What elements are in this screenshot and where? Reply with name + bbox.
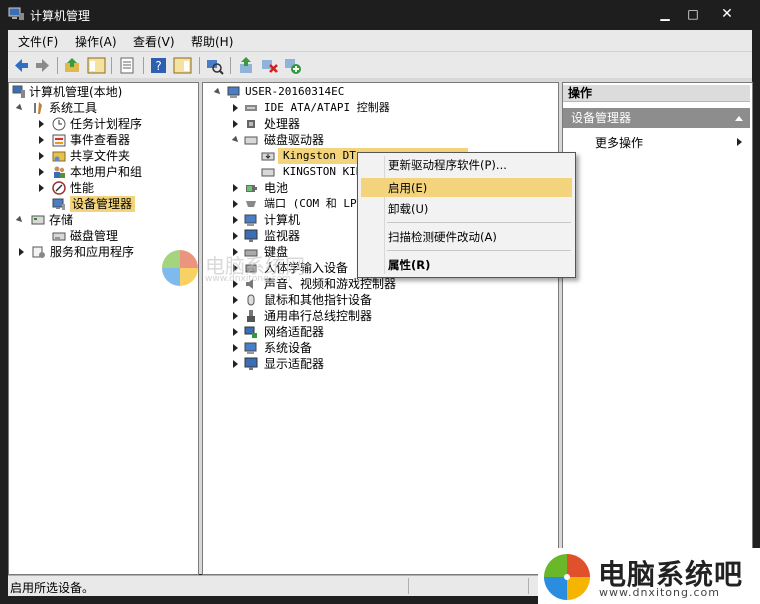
menu-item-enable[interactable]: 启用(E) bbox=[388, 180, 427, 196]
menu-gutter bbox=[384, 156, 385, 274]
usb-icon bbox=[247, 310, 255, 322]
menu-item-scan[interactable]: 扫描检测硬件改动(A) bbox=[388, 229, 497, 245]
expand-icon[interactable] bbox=[19, 248, 24, 256]
device-manager-icon bbox=[52, 198, 65, 210]
watermark-logo-icon bbox=[162, 250, 198, 286]
title-bar: 计算机管理 ▁ □ ✕ bbox=[0, 0, 760, 30]
properties-icon[interactable] bbox=[118, 56, 137, 75]
expand-icon[interactable] bbox=[233, 232, 238, 240]
back-icon[interactable] bbox=[12, 56, 31, 75]
network-adapter-icon bbox=[244, 326, 257, 338]
expand-icon[interactable] bbox=[233, 104, 238, 112]
disk-drive-icon bbox=[261, 168, 275, 177]
system-device-icon bbox=[244, 342, 257, 354]
actions-section-label: 设备管理器 bbox=[571, 111, 632, 125]
menu-separator bbox=[387, 222, 571, 223]
mouse-icon bbox=[247, 294, 255, 306]
expand-icon[interactable] bbox=[233, 120, 238, 128]
watermark-logo-icon bbox=[544, 554, 590, 600]
help-icon[interactable]: ? bbox=[149, 56, 168, 75]
tools-icon bbox=[34, 102, 42, 114]
maximize-button[interactable]: □ bbox=[684, 6, 702, 22]
clock-icon bbox=[52, 117, 66, 131]
expand-icon[interactable] bbox=[233, 344, 238, 352]
users-icon bbox=[54, 166, 65, 178]
chevron-right-icon[interactable] bbox=[737, 138, 742, 146]
expand-icon[interactable] bbox=[39, 120, 44, 128]
close-button[interactable]: ✕ bbox=[718, 6, 736, 22]
up-icon[interactable] bbox=[63, 56, 82, 75]
watermark-url: www.dnxitong.com bbox=[599, 586, 720, 599]
performance-icon bbox=[52, 181, 66, 195]
expand-icon[interactable] bbox=[39, 136, 44, 144]
port-icon bbox=[246, 201, 256, 207]
enable-device-icon[interactable] bbox=[283, 56, 302, 75]
actions-header: 操作 bbox=[563, 85, 750, 102]
computer-management-icon bbox=[12, 85, 25, 98]
expand-icon[interactable] bbox=[233, 184, 238, 192]
expand-icon[interactable] bbox=[233, 200, 238, 208]
expand-icon[interactable] bbox=[39, 168, 44, 176]
computer-management-icon bbox=[8, 7, 24, 20]
expand-icon[interactable] bbox=[233, 360, 238, 368]
watermark: 电脑系统吧 www.dnxitong.com bbox=[538, 548, 760, 604]
expand-icon[interactable] bbox=[233, 296, 238, 304]
show-tree-icon[interactable] bbox=[87, 56, 106, 75]
expand-icon[interactable] bbox=[233, 216, 238, 224]
menu-separator bbox=[387, 250, 571, 251]
forward-icon[interactable] bbox=[33, 56, 52, 75]
more-actions-link[interactable]: 更多操作 bbox=[595, 134, 643, 151]
processor-icon bbox=[247, 120, 255, 128]
expand-icon[interactable] bbox=[39, 152, 44, 160]
status-text: 启用所选设备。 bbox=[10, 581, 95, 595]
services-icon bbox=[32, 246, 45, 258]
expand-icon[interactable] bbox=[233, 312, 238, 320]
collapse-icon[interactable] bbox=[15, 215, 25, 225]
event-viewer-icon bbox=[52, 134, 66, 147]
menu-bar: 文件(F) 操作(A) 查看(V) 帮助(H) bbox=[8, 30, 752, 51]
collapse-icon[interactable] bbox=[213, 87, 223, 97]
disabled-disk-icon bbox=[261, 152, 275, 161]
actions-section-device-manager[interactable]: 设备管理器 bbox=[563, 108, 750, 128]
menu-item-uninstall[interactable]: 卸载(U) bbox=[388, 201, 428, 217]
menu-item-update-driver[interactable]: 更新驱动程序软件(P)... bbox=[388, 157, 507, 173]
menu-item-properties[interactable]: 属性(R) bbox=[388, 257, 430, 273]
window-title: 计算机管理 bbox=[30, 9, 91, 23]
disk-drive-icon bbox=[244, 136, 258, 145]
expand-icon[interactable] bbox=[39, 184, 44, 192]
display-adapter-icon bbox=[244, 357, 258, 370]
faint-watermark-url: www.dnxitong.com bbox=[205, 274, 291, 284]
monitor-icon bbox=[244, 229, 258, 242]
console-tree: 计算机管理(本地) 系统工具 任务计划程序 事件查看器 共享文件夹 本地用户和组… bbox=[8, 82, 199, 575]
storage-icon bbox=[31, 215, 45, 225]
expand-icon[interactable] bbox=[233, 328, 238, 336]
minimize-button[interactable]: ▁ bbox=[656, 6, 674, 22]
ide-controller-icon bbox=[245, 105, 257, 111]
collapse-up-icon[interactable] bbox=[735, 116, 743, 121]
menu-view[interactable]: 查看(V) bbox=[133, 33, 175, 50]
disk-icon bbox=[52, 232, 66, 241]
toolbar: ? bbox=[8, 51, 752, 79]
menu-help[interactable]: 帮助(H) bbox=[191, 33, 233, 50]
shared-folder-icon bbox=[52, 151, 66, 162]
menu-file[interactable]: 文件(F) bbox=[18, 33, 58, 50]
scan-hardware-icon[interactable] bbox=[205, 56, 224, 75]
show-action-icon[interactable] bbox=[173, 56, 192, 75]
context-menu: 更新驱动程序软件(P)... 启用(E) 卸载(U) 扫描检测硬件改动(A) 属… bbox=[357, 152, 576, 278]
computer-icon bbox=[244, 214, 257, 226]
uninstall-icon[interactable] bbox=[260, 56, 279, 75]
svg-text:?: ? bbox=[155, 59, 161, 73]
collapse-icon[interactable] bbox=[15, 103, 25, 113]
menu-action[interactable]: 操作(A) bbox=[75, 33, 117, 50]
actions-pane: 操作 设备管理器 更多操作 bbox=[562, 82, 753, 575]
collapse-icon[interactable] bbox=[231, 135, 241, 145]
computer-icon bbox=[227, 86, 240, 98]
battery-icon bbox=[246, 185, 257, 192]
update-driver-icon[interactable] bbox=[237, 56, 256, 75]
